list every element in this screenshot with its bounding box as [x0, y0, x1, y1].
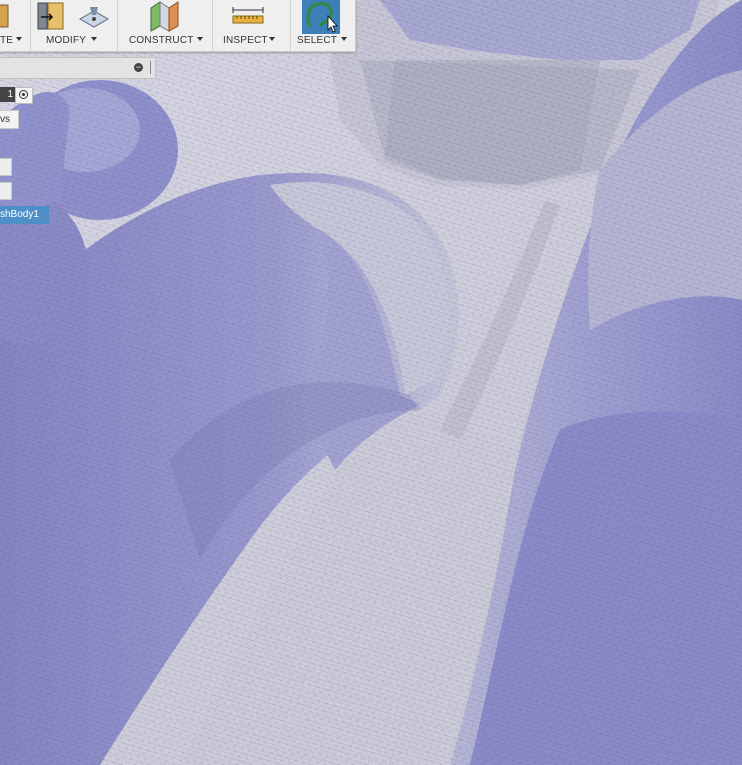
create-menu[interactable]: TE — [0, 0, 30, 51]
select-menu-label: SELECT — [297, 35, 338, 46]
chevron-down-icon — [269, 37, 275, 41]
chevron-down-icon — [91, 37, 97, 41]
modify-menu[interactable]: MODIFY — [42, 0, 112, 51]
browser-item-folder[interactable] — [0, 182, 12, 200]
inspect-menu-label: INSPECT — [223, 35, 268, 46]
mesh-viewport[interactable] — [0, 0, 742, 765]
chevron-down-icon — [16, 37, 22, 41]
collapse-icon[interactable]: − — [134, 63, 143, 72]
browser-panel-header[interactable]: − — [0, 57, 156, 79]
construct-menu[interactable]: CONSTRUCT — [120, 0, 210, 51]
chevron-down-icon — [197, 37, 203, 41]
modify-menu-label: MODIFY — [46, 35, 87, 46]
browser-item-folder[interactable] — [0, 158, 12, 176]
chevron-down-icon — [341, 37, 347, 41]
views-label: vs — [0, 114, 10, 125]
panel-resize-grip[interactable] — [150, 61, 151, 74]
browser-item-views[interactable]: vs — [0, 110, 19, 129]
radio-icon[interactable] — [15, 87, 33, 104]
construct-menu-label: CONSTRUCT — [129, 35, 194, 46]
select-menu[interactable]: SELECT — [292, 0, 352, 51]
meshbody-label: shBody1 — [0, 209, 39, 220]
create-menu-label: TE — [0, 35, 14, 46]
browser-item-meshbody[interactable]: shBody1 — [0, 206, 49, 224]
ribbon-toolbar: TE MODIFY CONSTRUCT INSPECT SELECT — [0, 0, 356, 52]
inspect-menu[interactable]: INSPECT — [214, 0, 284, 51]
browser-row-index: 1 — [0, 87, 15, 102]
